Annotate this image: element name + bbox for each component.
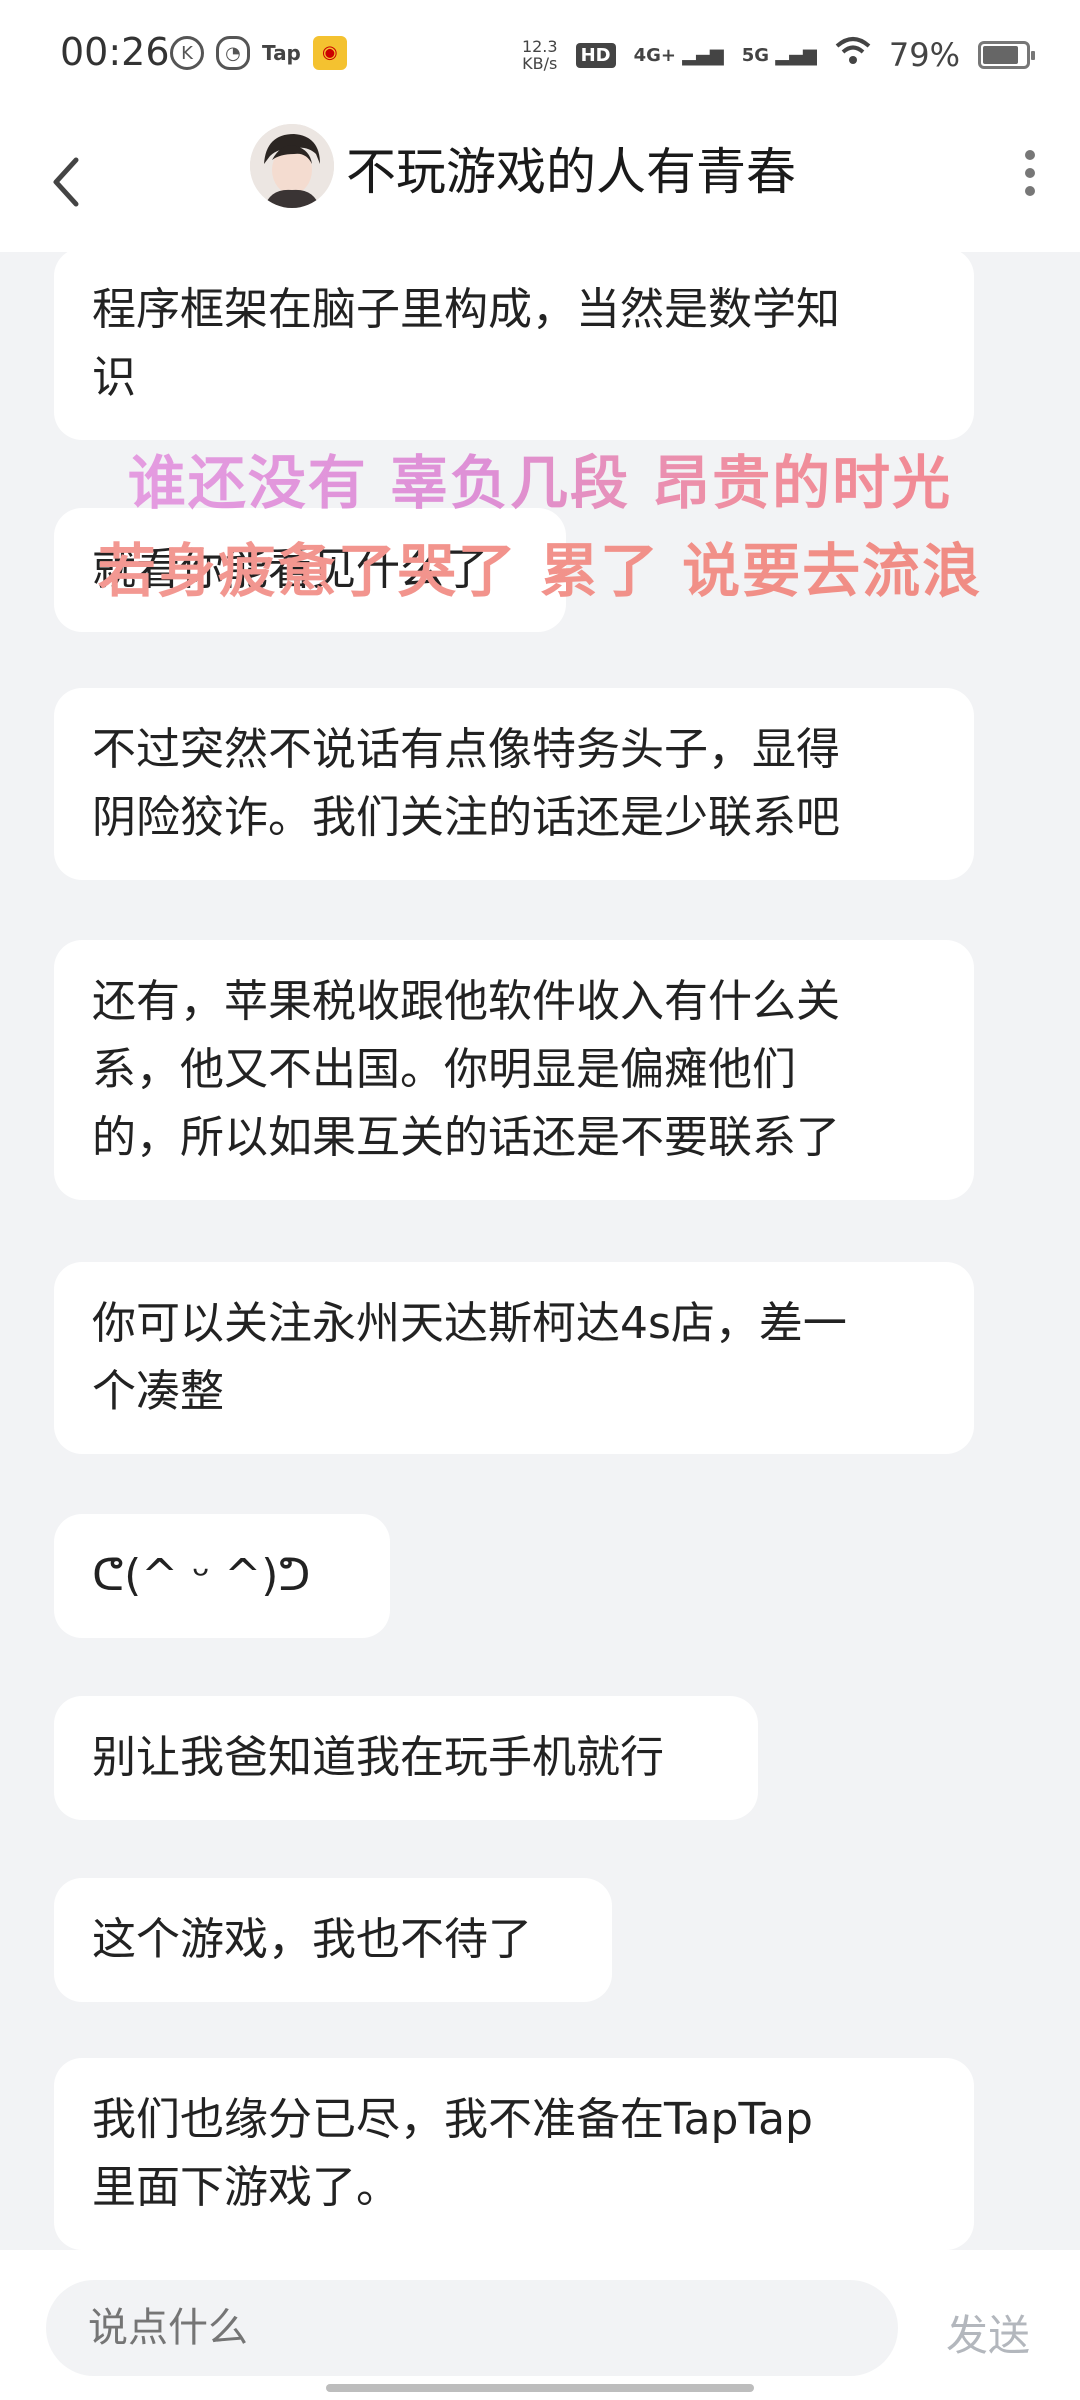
more-options-button[interactable]: [1020, 142, 1040, 212]
hd-icon: HD: [575, 42, 616, 68]
home-indicator[interactable]: [326, 2384, 754, 2392]
message-bubble: 你可以关注永州天达斯柯达4s店，差一 个凑整: [54, 1262, 974, 1454]
signal-4g-icon: 4G+ ▂▄▆: [633, 44, 724, 66]
qq-icon: ◔: [216, 36, 250, 70]
message-bubble: 这个游戏，我也不待了: [54, 1878, 612, 2002]
dot-icon: [1025, 186, 1035, 196]
message-bubble: 我们也缘分已尽，我不准备在TapTap 里面下游戏了。: [54, 2058, 974, 2250]
weibo-icon: ◉: [312, 36, 347, 70]
message-bubble: 不过突然不说话有点像特务头子，显得 阴险狡诈。我们关注的话还是少联系吧: [54, 688, 974, 880]
net-speed: 12.3 KB/s: [521, 37, 558, 73]
chevron-left-icon: [53, 157, 79, 207]
message-bubble: 还有，苹果税收跟他软件收入有什么关 系，他又不出国。你明显是偏瘫他们 的，所以如…: [54, 940, 974, 1200]
battery-percent: 79%: [888, 36, 960, 74]
signal-5g-icon: 5G ▂▄▆: [741, 44, 817, 66]
dot-icon: [1025, 150, 1035, 160]
message-bubble: 就看你能看见什么了: [54, 508, 566, 632]
message-bubble: 程序框架在脑子里构成，当然是数学知 识: [54, 252, 974, 440]
avatar[interactable]: [250, 124, 334, 208]
message-input[interactable]: [46, 2280, 898, 2376]
message-bubble: ᕦ(^ ᵕ ^)ᕤ: [54, 1514, 390, 1638]
battery-icon: [978, 41, 1035, 69]
chat-header: 不玩游戏的人有青春: [0, 108, 1080, 252]
page-title: 不玩游戏的人有青春: [346, 143, 796, 201]
system-indicators: 12.3 KB/s HD 4G+ ▂▄▆ 5G ▂▄▆ 79%: [521, 36, 1035, 74]
dot-icon: [1025, 168, 1035, 178]
notification-icons: K ◔ Tap ◉: [170, 36, 347, 70]
k-app-icon: K: [170, 36, 204, 70]
input-bar: 发送: [0, 2250, 1080, 2400]
back-button[interactable]: [40, 138, 100, 218]
taptap-icon: Tap: [262, 41, 301, 65]
status-bar: 00:26 K ◔ Tap ◉ 12.3 KB/s HD 4G+ ▂▄▆ 5G …: [0, 0, 1080, 108]
status-time: 00:26: [60, 30, 170, 74]
message-list[interactable]: 程序框架在脑子里构成，当然是数学知 识 就看你能看见什么了 不过突然不说话有点像…: [0, 252, 1080, 2250]
message-bubble: 别让我爸知道我在玩手机就行: [54, 1696, 758, 1820]
send-button[interactable]: 发送: [946, 2302, 1030, 2363]
wifi-icon: [835, 36, 871, 74]
